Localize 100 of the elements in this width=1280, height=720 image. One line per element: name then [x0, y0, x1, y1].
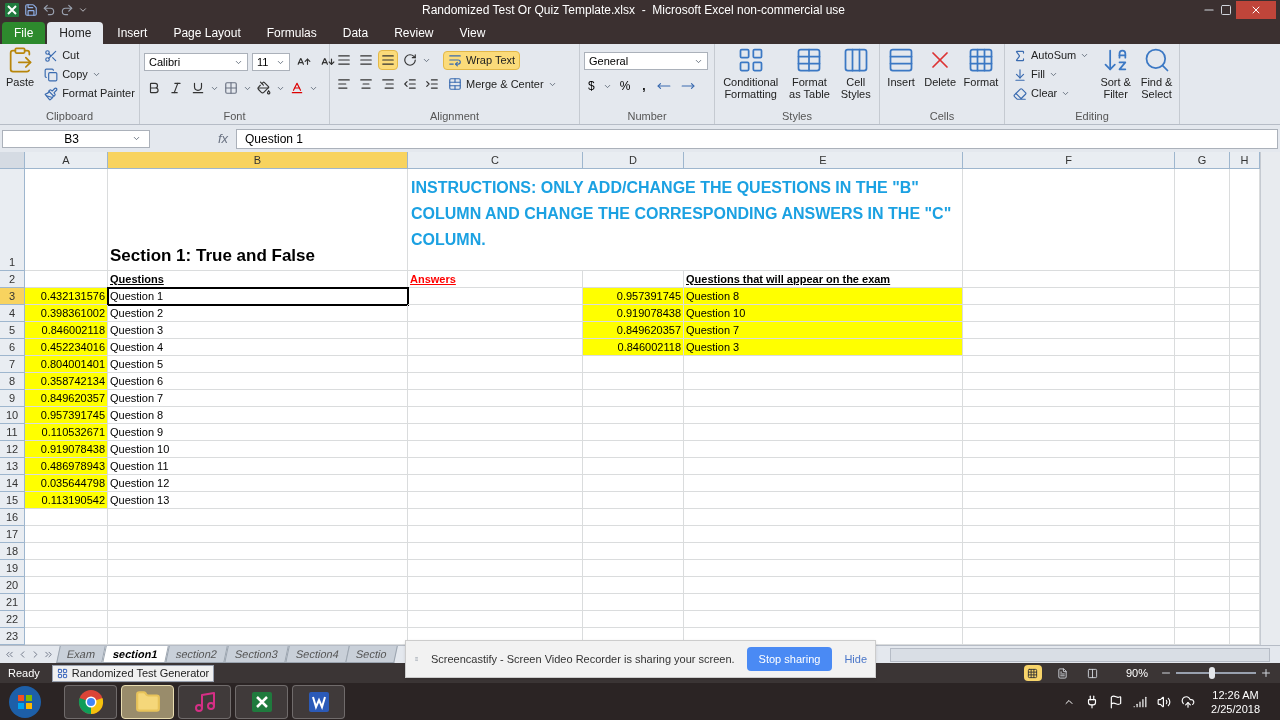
sheet-tab[interactable]: Exam [56, 646, 106, 663]
sheet-tab[interactable]: Sectio [345, 646, 398, 663]
column-header[interactable]: H [1230, 152, 1260, 169]
paste-button[interactable]: Paste [4, 46, 37, 88]
row-header[interactable]: 18 [0, 543, 25, 560]
copy-button[interactable]: Copy [40, 65, 139, 84]
row-header[interactable]: 4 [0, 305, 25, 322]
hide-link[interactable]: Hide [844, 650, 867, 668]
column-header[interactable]: C [408, 152, 583, 169]
cells-button[interactable]: Insert [884, 46, 919, 88]
percent-button[interactable]: % [615, 77, 635, 95]
row-header[interactable]: 1 [0, 169, 25, 271]
function-label[interactable]: fx [217, 128, 232, 149]
column-header[interactable]: E [684, 152, 963, 169]
restore-icon[interactable] [1220, 4, 1232, 16]
ribbon-tab[interactable]: Review [382, 22, 446, 44]
row-header[interactable]: 9 [0, 390, 25, 407]
styles-button[interactable]: Format as Table [786, 46, 833, 100]
row-header[interactable]: 3 [0, 288, 25, 305]
volume-icon[interactable] [1157, 694, 1172, 709]
save-icon[interactable] [24, 3, 38, 17]
ribbon-tab[interactable]: Insert [105, 22, 160, 44]
spreadsheet-app-icon[interactable] [4, 2, 20, 18]
start-button[interactable] [8, 684, 42, 719]
styles-button[interactable]: Cell Styles [836, 46, 875, 100]
row-header[interactable]: 14 [0, 475, 25, 492]
flag-icon[interactable] [1109, 694, 1124, 709]
cells-button[interactable]: Delete [922, 46, 958, 88]
row-header[interactable]: 16 [0, 509, 25, 526]
font-family-dropdown[interactable]: Calibri [144, 53, 248, 71]
align-bottom-button[interactable] [378, 50, 398, 70]
comma-button[interactable]: , [638, 77, 650, 95]
column-header[interactable]: D [583, 152, 684, 169]
row-header[interactable]: 17 [0, 526, 25, 543]
row-header[interactable]: 2 [0, 271, 25, 288]
sheet-tab[interactable]: section1 [102, 646, 169, 663]
sheet-tab[interactable]: Section3 [223, 646, 289, 663]
cut-button[interactable]: Cut [40, 46, 139, 65]
row-header[interactable]: 23 [0, 628, 25, 645]
spreadsheet-cell: Question 2 [108, 305, 408, 322]
zoom-slider[interactable] [1176, 667, 1256, 679]
cloud-icon[interactable] [1181, 694, 1196, 709]
row-header[interactable]: 5 [0, 322, 25, 339]
ribbon-tab[interactable]: Formulas [254, 22, 329, 44]
row-header[interactable]: 12 [0, 441, 25, 458]
empty-cell [1175, 305, 1230, 322]
row-header[interactable]: 7 [0, 356, 25, 373]
vertical-scrollbar[interactable] [1260, 152, 1280, 645]
styles-button[interactable]: Conditional Formatting [719, 46, 783, 100]
format-painter-button[interactable]: Format Painter [40, 84, 139, 103]
redo-icon[interactable] [60, 3, 74, 17]
column-header[interactable]: F [963, 152, 1175, 169]
spreadsheet-cell: 0.486978943 [25, 458, 108, 475]
wrap-text-button[interactable]: Wrap Text [443, 50, 521, 70]
undo-icon[interactable] [42, 3, 56, 17]
row-header[interactable]: 22 [0, 611, 25, 628]
row-header[interactable]: 6 [0, 339, 25, 356]
column-header[interactable]: A [25, 152, 108, 169]
name-box[interactable]: B3 [2, 129, 150, 148]
spreadsheet-cell: Question 10 [684, 305, 963, 322]
editing-button[interactable]: Fill [1009, 65, 1094, 84]
ribbon-tab[interactable]: Data [330, 22, 381, 44]
sort-filter-button[interactable]: Sort & Filter [1097, 46, 1135, 100]
sheet-tab[interactable]: Section4 [284, 646, 350, 663]
row-header[interactable]: 10 [0, 407, 25, 424]
number-format-dropdown[interactable]: General [584, 52, 708, 70]
sheet-tab[interactable]: section2 [164, 646, 228, 663]
spreadsheet-cell: 0.849620357 [25, 390, 108, 407]
column-header[interactable]: G [1175, 152, 1230, 169]
ribbon-tab[interactable]: File [2, 22, 46, 44]
editing-button[interactable]: Clear [1009, 84, 1094, 103]
ribbon-tab[interactable]: View [447, 22, 498, 44]
customize-icon[interactable] [78, 5, 88, 15]
row-header[interactable]: 11 [0, 424, 25, 441]
view-button[interactable] [1023, 665, 1042, 681]
row-header[interactable]: 21 [0, 594, 25, 611]
editing-button[interactable]: AutoSum [1009, 46, 1094, 65]
row-header[interactable]: 20 [0, 577, 25, 594]
font-size-dropdown[interactable]: 11 [252, 53, 290, 71]
horizontal-scrollbar[interactable] [890, 647, 1270, 662]
find-select-button[interactable]: Find & Select [1138, 46, 1175, 100]
clock-time[interactable]: 12:26 AM [1212, 687, 1259, 702]
row-header[interactable]: 15 [0, 492, 25, 509]
spreadsheet-cell: Question 10 [108, 441, 408, 458]
ribbon-tab[interactable]: Home [47, 22, 104, 44]
row-header[interactable]: 8 [0, 373, 25, 390]
column-header[interactable]: B [108, 152, 408, 169]
taskbar-app[interactable] [121, 684, 174, 719]
signal-icon[interactable] [1133, 694, 1148, 709]
row-header[interactable]: 13 [0, 458, 25, 475]
align-center-icon [359, 77, 373, 91]
clock-date[interactable]: 2/25/2018 [1211, 701, 1260, 716]
cells-button[interactable]: Format [962, 46, 1000, 88]
merge-center-button[interactable]: Merge & Center [444, 74, 561, 94]
empty-cell [1175, 322, 1230, 339]
formula-field[interactable]: Question 1 [236, 128, 1278, 149]
ribbon-tab[interactable]: Page Layout [161, 22, 253, 44]
currency-button[interactable]: $ [584, 77, 599, 95]
zoom-in-icon[interactable] [1260, 667, 1272, 679]
row-header[interactable]: 19 [0, 560, 25, 577]
